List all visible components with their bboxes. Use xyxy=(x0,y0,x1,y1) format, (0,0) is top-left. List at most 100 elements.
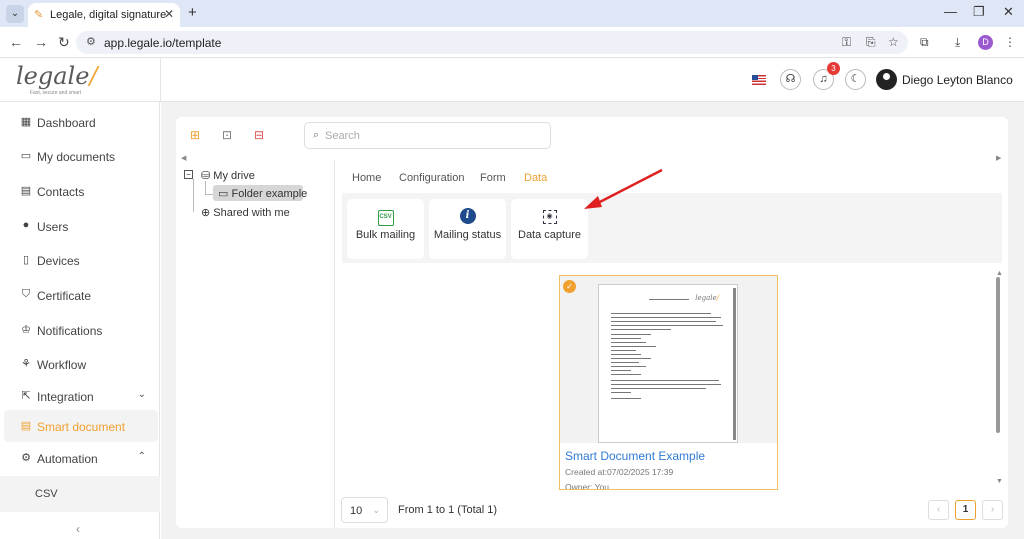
page-size-value: 10 xyxy=(350,505,363,517)
csv-icon: CSV xyxy=(377,210,394,226)
close-window-icon[interactable]: ✕ xyxy=(1003,4,1014,20)
sidebar-item-dashboard[interactable]: ▦ Dashboard xyxy=(0,106,160,138)
pen-icon: ✎ xyxy=(34,9,44,21)
sidebar-item-label: Devices xyxy=(37,254,80,268)
data-capture-button[interactable]: ◉ Data capture xyxy=(511,199,588,259)
download-icon[interactable]: ⤓ xyxy=(955,35,960,50)
collapse-sidebar-icon[interactable]: ‹ xyxy=(76,522,80,536)
tab-home[interactable]: Home xyxy=(352,172,381,184)
bulk-mailing-button[interactable]: CSV Bulk mailing xyxy=(347,199,424,259)
url-field[interactable]: ⚙ app.legale.io/template ⚿ ⎘ ☆ xyxy=(76,31,908,54)
sidebar-item-my-documents[interactable]: ▭ My documents xyxy=(0,140,160,172)
scroll-left-icon[interactable]: ◀ xyxy=(181,154,186,162)
profile-avatar[interactable]: D xyxy=(978,35,993,50)
support-icon[interactable]: ☊ xyxy=(780,69,801,90)
sidebar-item-automation[interactable]: ⚙ Automation ⌃ xyxy=(0,442,160,474)
extensions-icon[interactable]: ⧉ xyxy=(920,35,929,50)
sidebar-item-users[interactable]: ● Users xyxy=(0,210,160,242)
close-tab-icon[interactable]: ✕ xyxy=(164,7,174,21)
address-bar: ← → ↻ ⚙ app.legale.io/template ⚿ ⎘ ☆ ⧉ ⤓… xyxy=(0,27,1024,58)
legale-logo[interactable]: legale/ xyxy=(16,62,98,90)
device-icon: ▯ xyxy=(22,254,30,266)
scroll-up-icon[interactable]: ▲ xyxy=(996,270,1003,277)
mailing-status-button[interactable]: i Mailing status xyxy=(429,199,506,259)
document-title[interactable]: Smart Document Example xyxy=(565,449,705,463)
theme-toggle-icon[interactable]: ☾ xyxy=(845,69,866,90)
tree-node-my-drive[interactable]: ⛁ My drive xyxy=(201,169,255,182)
page-size-select[interactable]: 10 ⌄ xyxy=(341,497,388,523)
sidebar-item-label: Integration xyxy=(37,390,94,404)
logo-tagline: Fast, secure and smart xyxy=(30,90,82,96)
key-icon[interactable]: ⚿ xyxy=(842,35,851,50)
sidebar-item-integration[interactable]: ⇱ Integration ⌄ xyxy=(0,380,160,412)
tab-form[interactable]: Form xyxy=(480,172,506,184)
chevron-down-icon: ⌄ xyxy=(372,505,380,515)
sidebar-item-smart-document[interactable]: ▤ Smart document xyxy=(4,410,158,442)
sidebar-item-label: My documents xyxy=(37,150,116,164)
tree-node-shared[interactable]: ⊕ Shared with me xyxy=(201,206,290,219)
sidebar-item-contacts[interactable]: ▤ Contacts xyxy=(0,175,160,207)
us-flag-icon[interactable] xyxy=(752,75,766,85)
scroll-right-icon[interactable]: ▶ xyxy=(996,154,1001,162)
tab-title: Legale, digital signature xyxy=(50,9,167,21)
reload-icon[interactable]: ↻ xyxy=(58,34,70,51)
star-icon[interactable]: ☆ xyxy=(888,35,899,49)
pagination-range: From 1 to 1 (Total 1) xyxy=(398,504,498,516)
drive-icon: ⛁ xyxy=(201,170,211,182)
tree-divider xyxy=(334,160,335,528)
vertical-scrollbar[interactable] xyxy=(996,277,1000,433)
new-tab-icon[interactable]: + xyxy=(188,4,197,21)
new-folder-icon[interactable]: ⊞ xyxy=(187,128,203,142)
forward-icon[interactable]: → xyxy=(34,34,48,50)
tree-line xyxy=(205,194,213,195)
next-page-button[interactable]: › xyxy=(982,500,1003,520)
browser-tab[interactable]: ✎ Legale, digital signature ✕ xyxy=(28,3,180,27)
tree-node-label: Shared with me xyxy=(213,207,290,219)
dashboard-icon: ▦ xyxy=(20,116,32,128)
tree-node-folder-example[interactable]: ▭ Folder example xyxy=(218,187,307,200)
contacts-icon: ▤ xyxy=(20,185,32,197)
action-label: Data capture xyxy=(518,229,581,241)
sidebar-item-devices[interactable]: ▯ Devices xyxy=(0,244,160,276)
action-label: Mailing status xyxy=(433,229,502,241)
preview-logo-icon: legale/ xyxy=(695,294,719,302)
tab-configuration[interactable]: Configuration xyxy=(399,172,464,184)
scan-icon: ◉ xyxy=(542,210,557,224)
minimize-icon[interactable]: — xyxy=(944,4,957,19)
user-avatar[interactable] xyxy=(876,69,897,90)
user-name[interactable]: Diego Leyton Blanco xyxy=(902,73,1013,87)
sidebar-item-label: Smart document xyxy=(37,420,126,434)
workflow-icon: ⚘ xyxy=(21,358,31,370)
tree-line xyxy=(205,181,206,195)
delete-folder-icon[interactable]: ⊟ xyxy=(251,128,267,142)
page-button-current[interactable]: 1 xyxy=(955,500,976,520)
folder-icon: ▭ xyxy=(218,188,229,200)
sidebar-item-label: Notifications xyxy=(37,324,103,338)
sidebar-item-workflow[interactable]: ⚘ Workflow xyxy=(0,348,160,380)
search-input[interactable]: ⌕ Search xyxy=(304,122,551,149)
move-folder-icon[interactable]: ⊡ xyxy=(219,128,235,142)
install-icon[interactable]: ⎘ xyxy=(866,35,876,50)
sidebar-subitem-csv[interactable]: CSV xyxy=(0,476,160,512)
scroll-down-icon[interactable]: ▼ xyxy=(996,478,1003,485)
action-label: Bulk mailing xyxy=(355,229,416,241)
sidebar-item-label: Certificate xyxy=(37,289,92,303)
menu-icon[interactable]: ⋮ xyxy=(1004,35,1016,49)
header-divider xyxy=(160,58,161,102)
preview-scrollbar[interactable] xyxy=(733,288,736,440)
document-card[interactable]: ✓ legale/ Smart Document Example Created… xyxy=(559,275,778,490)
document-preview: legale/ xyxy=(598,284,738,443)
site-info-icon[interactable]: ⚙ xyxy=(86,35,96,48)
back-icon[interactable]: ← xyxy=(9,34,23,50)
selected-check-icon[interactable]: ✓ xyxy=(563,280,576,293)
user-icon: ● xyxy=(22,219,30,231)
collapse-tree-icon[interactable]: − xyxy=(184,170,193,179)
sidebar-item-notifications[interactable]: ♔ Notifications xyxy=(0,314,160,346)
sidebar-item-certificate[interactable]: ⛉ Certificate xyxy=(0,279,160,311)
tree-node-label: Folder example xyxy=(231,188,308,200)
tab-search-icon[interactable]: ⌄ xyxy=(6,5,24,23)
sidebar-item-label: Automation xyxy=(37,452,98,466)
prev-page-button[interactable]: ‹ xyxy=(928,500,949,520)
restore-icon[interactable]: ❐ xyxy=(973,4,985,20)
tab-data[interactable]: Data xyxy=(524,172,547,184)
